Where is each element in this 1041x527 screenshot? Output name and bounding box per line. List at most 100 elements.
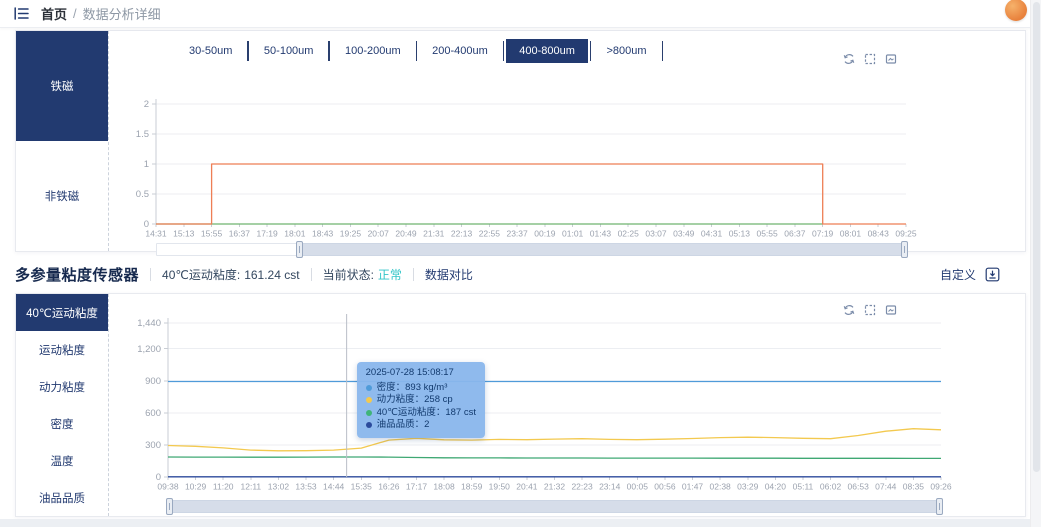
x-tick-label: 07:19 xyxy=(812,229,834,239)
series-动力粘度 xyxy=(167,428,942,452)
data-zoom-icon[interactable] xyxy=(864,53,876,65)
tab-separator xyxy=(661,41,663,61)
grid xyxy=(168,322,941,446)
x-tick-label: 22:55 xyxy=(479,229,501,239)
sidebar-item-铁磁[interactable]: 铁磁 xyxy=(16,31,108,141)
series-40℃运动粘度 xyxy=(167,456,941,460)
tab->800um[interactable]: >800um xyxy=(593,39,659,63)
x-tick-label: 19:50 xyxy=(489,482,511,492)
sidebar-item-温度[interactable]: 温度 xyxy=(16,442,108,479)
status-indicator: 当前状态: 正常 xyxy=(323,266,402,283)
y-tick-label: 1,200 xyxy=(137,344,161,355)
x-tick-label: 18:59 xyxy=(461,482,483,492)
separator xyxy=(412,267,414,281)
sidebar-item-油品品质[interactable]: 油品品质 xyxy=(16,479,108,516)
tab-30-50um[interactable]: 30-50um xyxy=(176,39,245,63)
x-tick-label: 01:47 xyxy=(682,482,704,492)
datazoom-selected-range[interactable] xyxy=(166,498,943,515)
y-tick-label: 1.5 xyxy=(136,129,149,140)
x-tick-label: 03:07 xyxy=(645,229,667,239)
x-tick-label: 21:32 xyxy=(544,482,566,492)
tab-200-400um[interactable]: 200-400um xyxy=(419,39,501,63)
x-tick-label: 20:07 xyxy=(368,229,390,239)
x-tick-label: 08:35 xyxy=(903,482,925,492)
x-tick-label: 14:44 xyxy=(323,482,345,492)
particle-datazoom-slider[interactable] xyxy=(156,241,908,258)
x-tick-label: 20:41 xyxy=(516,482,538,492)
x-tick-label: 17:17 xyxy=(406,482,428,492)
y-tick-label: 1 xyxy=(144,159,149,170)
datazoom-handle-left[interactable] xyxy=(166,498,173,515)
x-tick-label: 17:19 xyxy=(256,229,278,239)
viscosity-stat: 40℃运动粘度: 161.24 cst xyxy=(162,266,300,283)
x-tick-label: 06:02 xyxy=(820,482,842,492)
x-tick-label: 23:14 xyxy=(599,482,621,492)
tab-50-100um[interactable]: 50-100um xyxy=(251,39,327,63)
particle-sidebar: 铁磁 非铁磁 xyxy=(16,31,109,251)
viscosity-header: 多参量粘度传感器 40℃运动粘度: 161.24 cst 当前状态: 正常 数据对比… xyxy=(15,258,1026,290)
x-tick-label: 00:19 xyxy=(534,229,556,239)
restore-icon[interactable] xyxy=(843,304,855,316)
datazoom-handle-right[interactable] xyxy=(900,241,908,258)
series-lines xyxy=(167,380,942,478)
x-tick-label: 14:31 xyxy=(145,229,167,239)
restore-icon[interactable] xyxy=(843,53,855,65)
axes xyxy=(164,318,942,480)
sidebar-item-运动粘度[interactable]: 运动粘度 xyxy=(16,331,108,368)
x-tick-label: 22:23 xyxy=(571,482,593,492)
user-avatar[interactable] xyxy=(1005,0,1027,21)
viscosity-sidebar: 40℃运动粘度 运动粘度 动力粘度 密度 温度 油品品质 xyxy=(16,294,109,516)
x-tick-label: 00:56 xyxy=(654,482,676,492)
y-tick-label: 300 xyxy=(145,440,161,451)
save-image-icon[interactable] xyxy=(885,53,897,65)
viscosity-datazoom-slider[interactable] xyxy=(166,498,943,515)
customize-button[interactable]: 自定义 xyxy=(940,266,976,283)
datazoom-handle-left[interactable] xyxy=(296,241,304,258)
x-tick-label: 09:38 xyxy=(157,482,179,492)
x-tick-label: 21:31 xyxy=(423,229,445,239)
x-tick-label: 15:35 xyxy=(351,482,373,492)
sidebar-item-非铁磁[interactable]: 非铁磁 xyxy=(16,141,108,251)
header-actions: 自定义 xyxy=(940,266,1026,283)
status-value: 正常 xyxy=(377,267,402,282)
tab-separator xyxy=(415,41,418,61)
separator xyxy=(150,267,152,281)
stat-value: 161.24 cst xyxy=(244,267,300,282)
particle-analysis-card: 0 0.5 1 1.5 2 14:31 15:13 15:55 16:37 17:19 18:01 1… xyxy=(15,30,1026,258)
chart-toolbox xyxy=(843,304,897,316)
y-tick-label: 900 xyxy=(145,376,161,387)
x-tick-label: 08:01 xyxy=(840,229,862,239)
scrollbar-thumb[interactable] xyxy=(1033,2,1040,472)
collapse-menu-icon[interactable] xyxy=(14,7,29,20)
datazoom-handle-right[interactable] xyxy=(936,498,943,515)
x-tick-label: 15:55 xyxy=(201,229,223,239)
x-tick-label: 03:29 xyxy=(737,482,759,492)
tab-separator xyxy=(502,41,505,61)
datazoom-selected-range[interactable] xyxy=(296,241,908,258)
status-label: 当前状态: xyxy=(322,267,374,282)
y-tick-label: 600 xyxy=(145,408,161,419)
section-title: 多参量粘度传感器 xyxy=(15,266,140,284)
sidebar-item-密度[interactable]: 密度 xyxy=(16,405,108,442)
tab-400-800um[interactable]: 400-800um xyxy=(506,39,588,63)
x-tick-label: 00:05 xyxy=(627,482,649,492)
sidebar-item-40℃运动粘度[interactable]: 40℃运动粘度 xyxy=(16,294,108,331)
data-compare-link[interactable]: 数据对比 xyxy=(425,266,473,283)
sidebar-item-动力粘度[interactable]: 动力粘度 xyxy=(16,368,108,405)
x-tick-label: 23:37 xyxy=(506,229,528,239)
breadcrumb-home[interactable]: 首页 xyxy=(41,4,67,23)
x-tick-label: 15:13 xyxy=(173,229,195,239)
x-tick-label: 07:44 xyxy=(875,482,897,492)
export-icon[interactable] xyxy=(985,267,1000,282)
x-tick-label: 09:25 xyxy=(895,229,917,239)
vertical-scrollbar[interactable] xyxy=(1030,0,1041,527)
save-image-icon[interactable] xyxy=(885,304,897,316)
x-tick-label: 05:11 xyxy=(793,482,814,492)
x-tick-label: 20:49 xyxy=(395,229,417,239)
viscosity-chart: 03006009001,2001,44009:38 10:29 11:20 12:11… xyxy=(137,314,952,492)
data-zoom-icon[interactable] xyxy=(864,304,876,316)
tab-separator xyxy=(328,41,330,61)
tab-100-200um[interactable]: 100-200um xyxy=(332,39,414,63)
chart-toolbox xyxy=(843,53,897,65)
separator xyxy=(310,267,312,281)
